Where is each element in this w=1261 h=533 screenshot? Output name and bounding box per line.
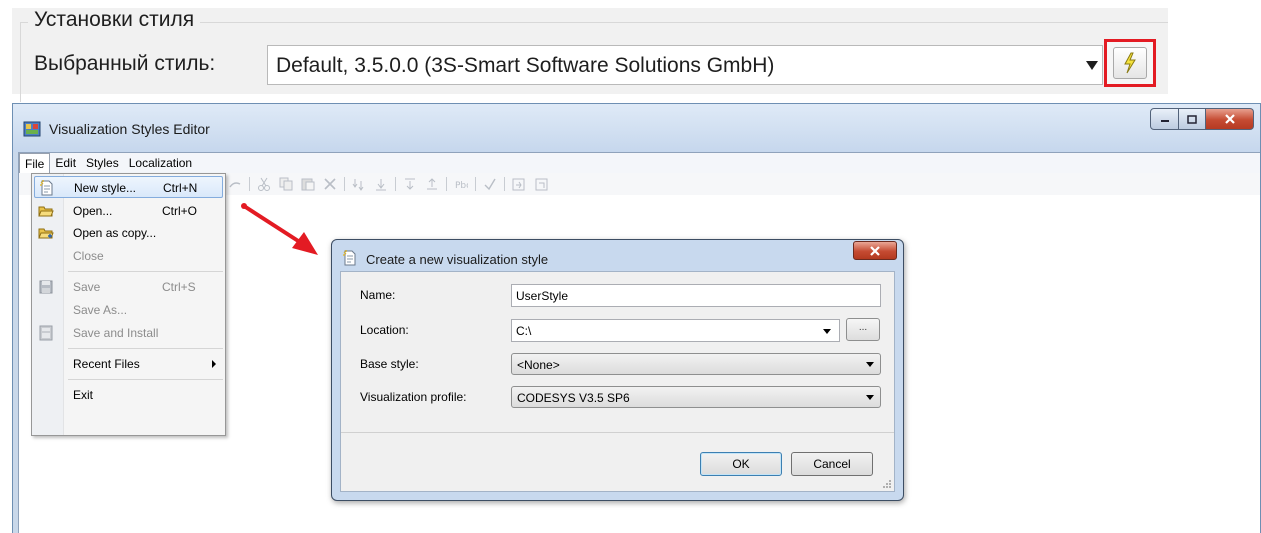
cancel-button[interactable]: Cancel [791,452,873,476]
close-icon [870,245,880,256]
dialog-body: Name: UserStyle Location: C:\ ... Base s… [340,271,895,492]
profile-combobox[interactable]: CODESYS V3.5 SP6 [511,386,881,408]
name-label: Name: [360,288,396,302]
name-input[interactable]: UserStyle [511,284,881,307]
chevron-down-icon [866,395,874,400]
profile-label: Visualization profile: [360,390,467,404]
location-label: Location: [360,323,409,337]
chevron-down-icon [866,362,874,367]
browse-button[interactable]: ... [846,318,880,341]
dialog-divider [341,432,894,433]
base-style-label: Base style: [360,357,419,371]
profile-value: CODESYS V3.5 SP6 [517,391,630,405]
dialog-close-button[interactable] [853,241,897,260]
dialog-title: Create a new visualization style [366,252,549,267]
new-style-icon [343,250,356,266]
location-value: C:\ [516,324,532,338]
chevron-down-icon[interactable] [823,329,831,334]
ok-button[interactable]: OK [700,452,782,476]
location-input[interactable]: C:\ [511,319,840,342]
create-style-dialog: Create a new visualization style Name: U… [331,239,904,501]
base-style-combobox[interactable]: <None> [511,353,881,375]
resize-grip-icon[interactable] [882,479,892,489]
base-style-value: <None> [517,358,560,372]
